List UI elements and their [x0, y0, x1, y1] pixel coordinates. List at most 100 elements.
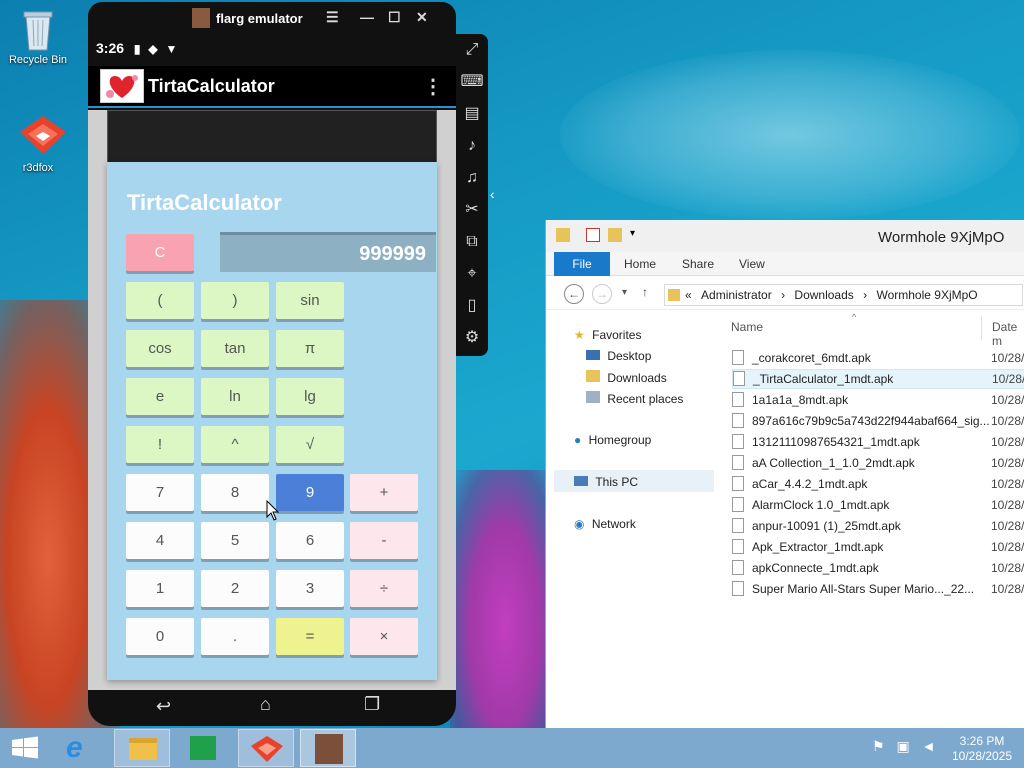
volume-muted-icon[interactable]: ◄ — [922, 738, 936, 754]
file-row[interactable]: _corakcoret_6mdt.apk 10/28/ — [732, 349, 1024, 369]
network-tray-icon[interactable]: ▣ — [896, 738, 909, 754]
breadcrumb-current[interactable]: Wormhole 9XjMpO — [876, 288, 977, 302]
action-center-flag-icon[interactable]: ⚑ — [872, 738, 885, 754]
digit-2-button[interactable]: 2 — [201, 570, 269, 607]
nav-homegroup[interactable]: ● Homegroup — [574, 433, 651, 447]
nav-favorites[interactable]: ★ Favorites — [574, 328, 641, 342]
factorial-button[interactable]: ! — [126, 426, 194, 463]
file-row[interactable]: 1a1a1a_8mdt.apk 10/28/ — [732, 391, 1024, 411]
lparen-button[interactable]: ( — [126, 282, 194, 319]
plus-button[interactable]: + — [350, 474, 418, 511]
file-row[interactable]: Super Mario All-Stars Super Mario..._22.… — [732, 580, 1024, 600]
tab-view[interactable]: View — [739, 257, 765, 271]
recents-icon[interactable]: ❐ — [364, 694, 380, 715]
digit-7-button[interactable]: 7 — [126, 474, 194, 511]
properties-icon[interactable] — [586, 228, 600, 242]
equals-button[interactable]: = — [276, 618, 344, 655]
ln-button[interactable]: ln — [201, 378, 269, 415]
pi-button[interactable]: π — [276, 330, 344, 367]
file-row[interactable]: 13121110987654321_1mdt.apk 10/28/ — [732, 433, 1024, 453]
overflow-menu-icon[interactable]: ⋮ — [423, 74, 443, 99]
forward-arrow-icon[interactable]: → — [592, 284, 612, 304]
location-icon[interactable]: ⌖ — [460, 262, 484, 286]
recycle-bin-desktop-icon[interactable]: Recycle Bin — [0, 6, 76, 66]
shake-icon[interactable]: ▯ — [460, 294, 484, 318]
explorer-titlebar[interactable]: ▾ Wormhole 9XjMpO — [546, 220, 1024, 252]
back-arrow-icon[interactable]: ← — [564, 284, 584, 304]
tab-share[interactable]: Share — [682, 257, 714, 271]
taskbar-r3dfox[interactable] — [238, 729, 294, 767]
decimal-button[interactable]: . — [201, 618, 269, 655]
tab-file[interactable]: File — [554, 252, 610, 276]
taskbar-file-explorer[interactable] — [114, 729, 170, 767]
file-date: 10/28/ — [991, 477, 1024, 491]
close-icon[interactable]: ✕ — [416, 9, 428, 26]
breadcrumb-downloads[interactable]: Downloads — [794, 288, 853, 302]
column-header-date[interactable]: Date m — [992, 320, 1024, 348]
multi-window-icon[interactable]: ⧉ — [460, 230, 484, 254]
minimize-icon[interactable]: — — [360, 9, 374, 25]
nav-downloads[interactable]: Downloads — [586, 370, 667, 385]
sin-button[interactable]: sin — [276, 282, 344, 319]
digit-4-button[interactable]: 4 — [126, 522, 194, 559]
breadcrumb[interactable]: « Administrator › Downloads › Wormhole 9… — [664, 284, 1023, 306]
menu-icon[interactable]: ☰ — [326, 9, 339, 26]
digit-5-button[interactable]: 5 — [201, 522, 269, 559]
taskbar-clock[interactable]: 3:26 PM 10/28/2025 — [940, 734, 1024, 764]
breadcrumb-administrator[interactable]: Administrator — [701, 288, 772, 302]
volume-up-icon[interactable]: ♪ — [460, 134, 484, 158]
file-row[interactable]: AlarmClock 1.0_1mdt.apk 10/28/ — [732, 496, 1024, 516]
file-row-selected[interactable]: _TirtaCalculator_1mdt.apk 10/28/ — [732, 369, 1024, 389]
start-button[interactable] — [0, 729, 50, 767]
maximize-icon[interactable]: ☐ — [388, 9, 401, 26]
taskbar-internet-explorer[interactable]: e — [54, 729, 110, 767]
fullscreen-icon[interactable]: ⤢ — [460, 38, 484, 62]
lg-button[interactable]: lg — [276, 378, 344, 415]
file-row[interactable]: Apk_Extractor_1mdt.apk 10/28/ — [732, 538, 1024, 558]
keyboard-icon[interactable]: ⌨ — [460, 70, 484, 94]
install-apk-icon[interactable]: ▤ — [460, 102, 484, 126]
file-row[interactable]: aA Collection_1_1.0_2mdt.apk 10/28/ — [732, 454, 1024, 474]
file-row[interactable]: aCar_4.4.2_1mdt.apk 10/28/ — [732, 475, 1024, 495]
minus-button[interactable]: - — [350, 522, 418, 559]
multiply-button[interactable]: × — [350, 618, 418, 655]
digit-8-button[interactable]: 8 — [201, 474, 269, 511]
up-arrow-icon[interactable]: ↑ — [642, 285, 648, 299]
power-button[interactable]: ^ — [201, 426, 269, 463]
cos-button[interactable]: cos — [126, 330, 194, 367]
nav-this-pc[interactable]: This PC — [554, 470, 714, 492]
nav-recent-places[interactable]: Recent places — [586, 391, 683, 406]
settings-icon[interactable]: ⚙ — [460, 326, 484, 350]
digit-0-button[interactable]: 0 — [126, 618, 194, 655]
back-icon[interactable]: ↩ — [156, 696, 171, 717]
clear-button[interactable]: C — [126, 234, 194, 271]
new-folder-icon[interactable] — [608, 228, 622, 242]
digit-1-button[interactable]: 1 — [126, 570, 194, 607]
home-icon[interactable]: ⌂ — [260, 694, 271, 715]
divide-button[interactable]: ÷ — [350, 570, 418, 607]
nav-desktop[interactable]: Desktop — [586, 349, 651, 363]
breadcrumb-overflow[interactable]: « — [685, 288, 692, 302]
quick-access-dropdown-icon[interactable]: ▾ — [630, 228, 635, 239]
taskbar-store[interactable] — [176, 729, 232, 767]
digit-3-button[interactable]: 3 — [276, 570, 344, 607]
tan-button[interactable]: tan — [201, 330, 269, 367]
e-button[interactable]: e — [126, 378, 194, 415]
sqrt-button[interactable]: √ — [276, 426, 344, 463]
file-row[interactable]: apkConnecte_1mdt.apk 10/28/ — [732, 559, 1024, 579]
file-row[interactable]: anpur-10091 (1)_25mdt.apk 10/28/ — [732, 517, 1024, 537]
taskbar-flarg-emulator[interactable] — [300, 729, 356, 767]
emulator-titlebar[interactable]: flarg emulator ☰ — ☐ ✕ — [88, 2, 456, 34]
nav-network[interactable]: ◉ Network — [574, 517, 636, 531]
collapse-chevron-icon[interactable]: ‹ — [490, 186, 495, 202]
digit-6-button[interactable]: 6 — [276, 522, 344, 559]
digit-9-button[interactable]: 9 — [276, 474, 344, 511]
scissors-icon[interactable]: ✂ — [460, 198, 484, 222]
tab-home[interactable]: Home — [624, 257, 656, 271]
volume-down-icon[interactable]: ♫ — [460, 166, 484, 190]
r3dfox-desktop-icon[interactable]: r3dfox — [0, 114, 76, 174]
file-row[interactable]: 897a616c79b9c5a743d22f944abaf664_sig... 1… — [732, 412, 1024, 432]
column-header-name[interactable]: Name — [731, 320, 763, 334]
rparen-button[interactable]: ) — [201, 282, 269, 319]
recent-locations-icon[interactable]: ▾ — [622, 287, 627, 298]
